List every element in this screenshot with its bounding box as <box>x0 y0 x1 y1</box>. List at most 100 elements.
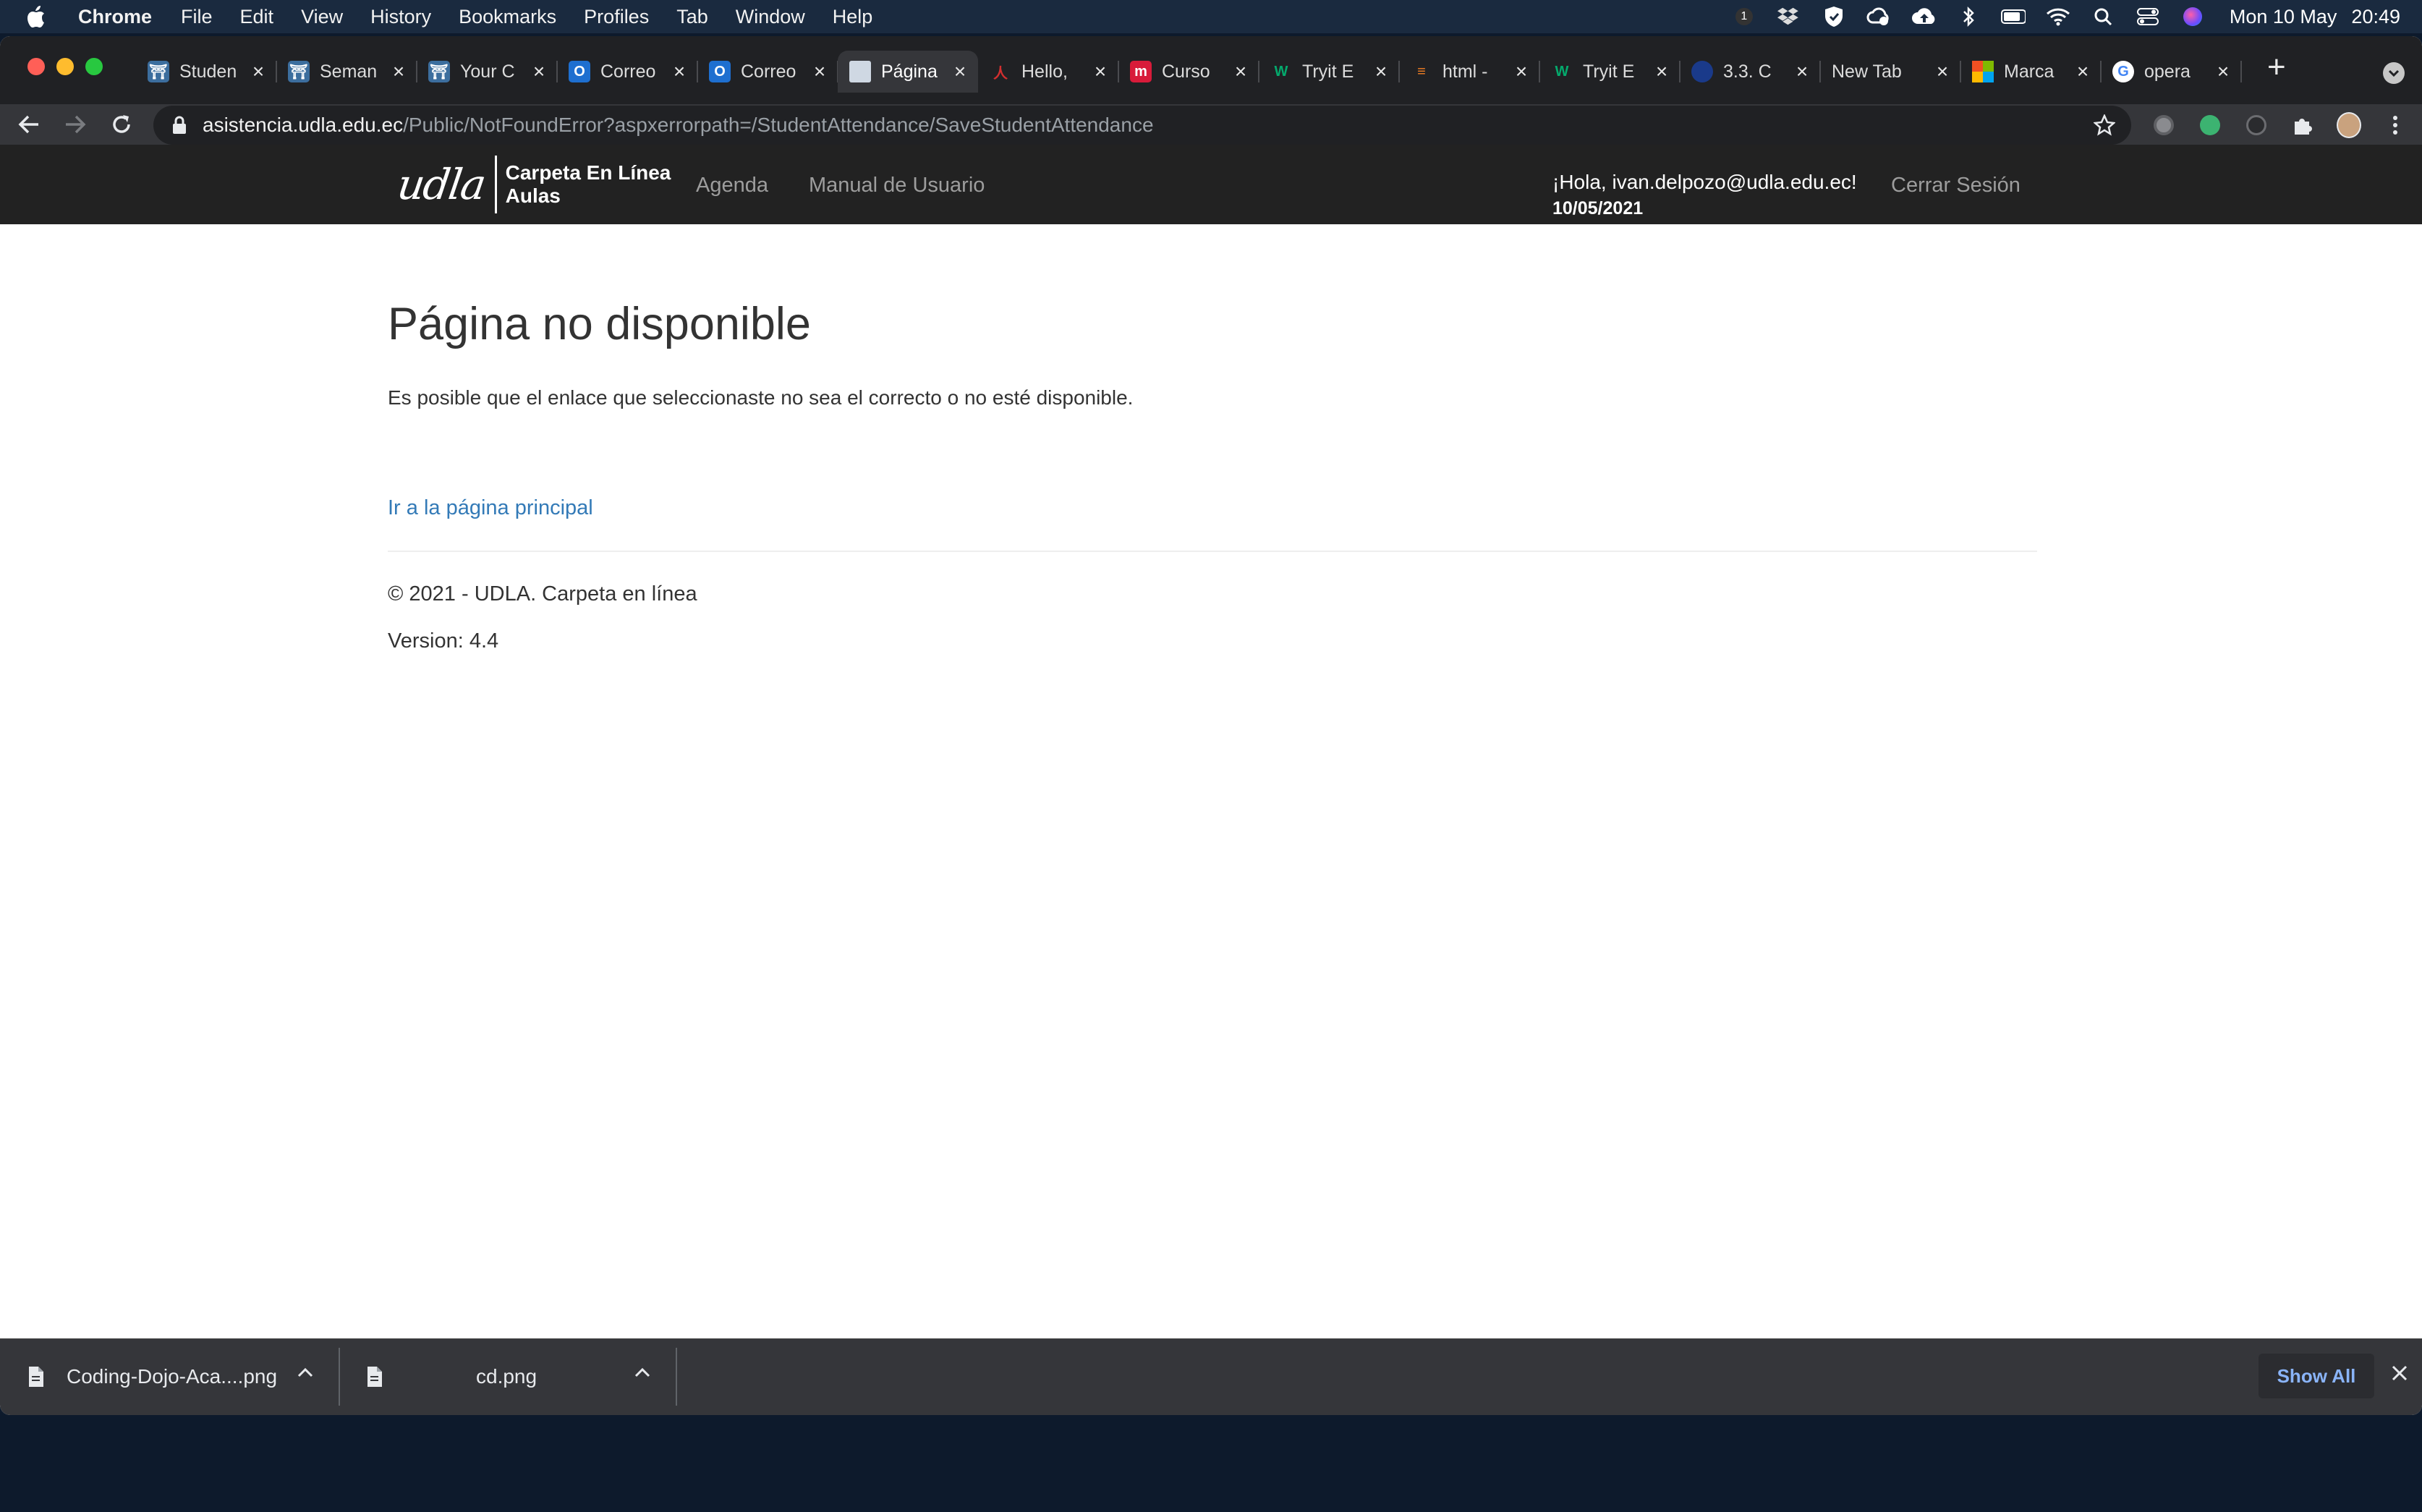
wifi-icon[interactable] <box>2046 6 2070 27</box>
menu-profiles[interactable]: Profiles <box>584 6 649 28</box>
browser-tab[interactable]: O Correo × <box>557 51 698 93</box>
user-greeting: ¡Hola, ivan.delpozo@udla.edu.ec! 10/05/2… <box>1552 171 1857 219</box>
menu-bookmarks[interactable]: Bookmarks <box>459 6 556 28</box>
tab-close-icon[interactable]: × <box>249 60 268 83</box>
download-item[interactable]: Coding-Dojo-Aca....png <box>27 1339 324 1414</box>
menu-window[interactable]: Window <box>736 6 805 28</box>
browser-tab[interactable]: ⛩ Studen × <box>136 51 277 93</box>
web-page: udla Carpeta En Línea Aulas Agenda Manua… <box>0 145 2422 1334</box>
bluetooth-icon[interactable] <box>1956 6 1981 27</box>
extension-dark-circle-icon[interactable] <box>2244 113 2269 137</box>
page-title: Página no disponible <box>388 299 811 349</box>
microsoft-icon <box>1972 61 1994 82</box>
forward-arrow-icon[interactable] <box>61 111 90 137</box>
home-link[interactable]: Ir a la página principal <box>388 496 2037 520</box>
siri-icon[interactable] <box>2180 6 2205 27</box>
menu-view[interactable]: View <box>301 6 343 28</box>
menubar-time[interactable]: 20:49 <box>2351 6 2400 28</box>
maximize-window-button[interactable] <box>85 58 103 75</box>
tab-close-icon[interactable]: × <box>1512 60 1531 83</box>
tab-close-icon[interactable]: × <box>1372 60 1390 83</box>
menu-tab[interactable]: Tab <box>676 6 708 28</box>
reload-icon[interactable] <box>107 111 136 137</box>
window-controls <box>27 58 114 75</box>
browser-tab[interactable]: O Correo × <box>697 51 838 93</box>
extension-green-circle-icon[interactable] <box>2198 113 2222 137</box>
tab-close-icon[interactable]: × <box>1231 60 1250 83</box>
new-tab-button[interactable]: + <box>2267 49 2286 85</box>
download-item[interactable]: cd.png <box>366 1339 663 1414</box>
browser-tab[interactable]: ⛩ Your C × <box>417 51 558 93</box>
tab-close-icon[interactable]: × <box>2073 60 2092 83</box>
extension-grey-circle-icon[interactable] <box>2151 113 2176 137</box>
outlook-icon: O <box>569 61 590 82</box>
udla-icon: ⛩ <box>288 61 310 82</box>
browser-tab[interactable]: m Curso × <box>1118 51 1259 93</box>
tab-close-icon[interactable]: × <box>389 60 408 83</box>
logout-link[interactable]: Cerrar Sesión <box>1891 174 2021 198</box>
stackoverflow-icon: ≡ <box>1417 63 1426 80</box>
tab-close-icon[interactable]: × <box>1091 60 1110 83</box>
address-bar[interactable]: asistencia.udla.edu.ec/Public/NotFoundEr… <box>153 106 2131 145</box>
nav-agenda-link[interactable]: Agenda <box>696 174 768 198</box>
bookmark-star-icon[interactable] <box>2093 113 2116 141</box>
browser-tab[interactable]: Gopera × <box>2101 51 2242 93</box>
control-center-icon[interactable] <box>2136 6 2160 27</box>
extensions-puzzle-icon[interactable] <box>2290 113 2315 137</box>
chevron-up-icon[interactable] <box>297 1367 314 1378</box>
shield-icon[interactable] <box>1822 6 1846 27</box>
tab-close-icon[interactable]: × <box>1652 60 1671 83</box>
m-icon: m <box>1130 61 1152 82</box>
cloud-sync-icon[interactable] <box>1866 6 1891 27</box>
close-icon[interactable] <box>2390 1364 2409 1383</box>
show-all-button[interactable]: Show All <box>2259 1354 2374 1398</box>
browser-tab[interactable]: W Tryit E × <box>1539 51 1680 93</box>
browser-tab[interactable]: New Tab × <box>1820 51 1961 93</box>
url-host: asistencia.udla.edu.ec <box>203 114 404 136</box>
browser-tab[interactable]: W Tryit E × <box>1259 51 1400 93</box>
tab-close-icon[interactable]: × <box>670 60 689 83</box>
tab-label: New Tab <box>1832 61 1902 82</box>
tab-label: Your C <box>460 61 515 82</box>
cloud-upload-icon[interactable] <box>1911 6 1936 27</box>
browser-tab[interactable]: 3.3. C × <box>1680 51 1821 93</box>
apple-icon[interactable] <box>25 4 54 29</box>
tab-label: Marca <box>2004 61 2055 82</box>
battery-icon[interactable] <box>2000 6 2026 27</box>
browser-tab[interactable]: Marca × <box>1960 51 2102 93</box>
browser-tab[interactable]: 人 Hello, × <box>978 51 1119 93</box>
back-arrow-icon[interactable] <box>14 111 43 137</box>
tab-search-chevron-icon[interactable] <box>2383 62 2405 84</box>
chevron-up-icon[interactable] <box>634 1367 651 1378</box>
dropbox-icon[interactable] <box>1777 6 1801 27</box>
chrome-menu-icon[interactable] <box>2383 113 2408 137</box>
close-window-button[interactable] <box>27 58 45 75</box>
menu-history[interactable]: History <box>370 6 431 28</box>
minimize-window-button[interactable] <box>56 58 74 75</box>
menubar-date[interactable]: Mon 10 May <box>2230 6 2337 28</box>
greeting-date: 10/05/2021 <box>1552 198 1644 218</box>
tab-close-icon[interactable]: × <box>1933 60 1952 83</box>
page-content: Página no disponible Es posible que el e… <box>388 224 2037 653</box>
download-bar: Coding-Dojo-Aca....png cd.png Show All <box>0 1338 2422 1415</box>
tab-close-icon[interactable]: × <box>2214 60 2232 83</box>
menu-app-chrome[interactable]: Chrome <box>78 6 152 28</box>
browser-tab[interactable]: ⛩ Seman × <box>276 51 417 93</box>
profile-avatar[interactable] <box>2337 112 2361 138</box>
notification-badge-icon[interactable]: 1 <box>1732 6 1756 27</box>
search-icon[interactable] <box>2091 6 2115 27</box>
menu-file[interactable]: File <box>181 6 213 28</box>
tab-close-icon[interactable]: × <box>810 60 829 83</box>
tab-label: Correo <box>600 61 656 82</box>
tab-close-icon[interactable]: × <box>951 60 969 83</box>
menu-help[interactable]: Help <box>833 6 873 28</box>
udla-logo[interactable]: udla Carpeta En Línea Aulas <box>394 155 671 214</box>
browser-tab[interactable]: Página × <box>838 51 978 93</box>
browser-tab[interactable]: ≡ html - × <box>1399 51 1540 93</box>
lock-icon[interactable] <box>172 114 188 136</box>
tab-close-icon[interactable]: × <box>530 60 548 83</box>
nav-manual-link[interactable]: Manual de Usuario <box>809 174 985 198</box>
menu-edit[interactable]: Edit <box>240 6 274 28</box>
url-path: /Public/NotFoundError?aspxerrorpath=/Stu… <box>403 114 1154 136</box>
tab-close-icon[interactable]: × <box>1793 60 1811 83</box>
